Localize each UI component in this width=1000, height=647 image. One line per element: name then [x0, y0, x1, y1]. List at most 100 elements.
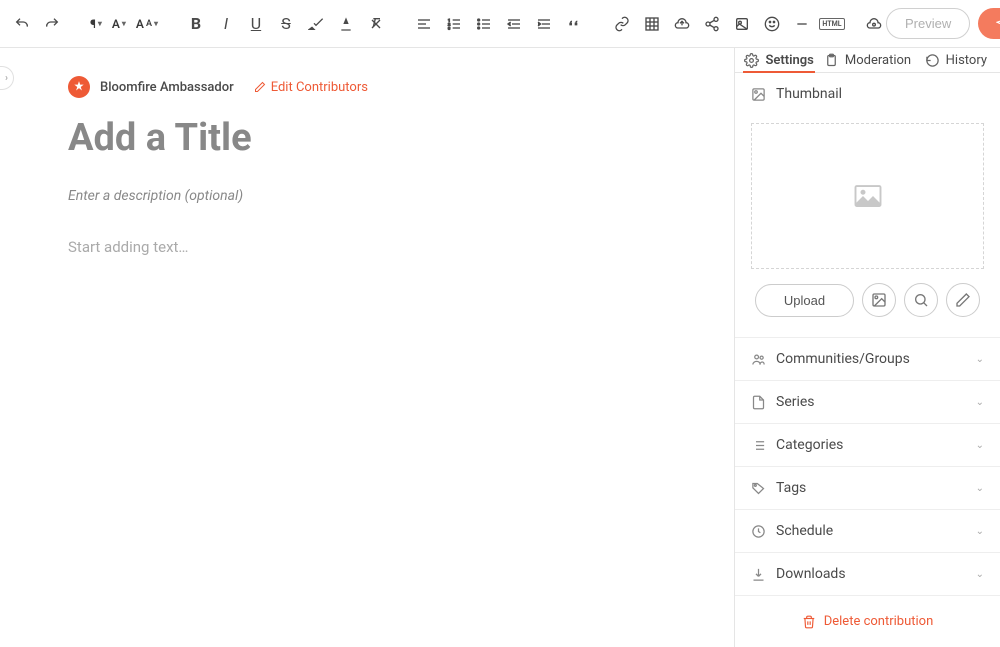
undo-button[interactable] — [8, 10, 36, 38]
size-label: A — [136, 17, 144, 31]
tab-history-label: History — [946, 53, 987, 68]
table-button[interactable] — [638, 10, 666, 38]
editor-pane: › Bloomfire Ambassador Edit Contributors… — [0, 48, 734, 647]
section-downloads-label: Downloads — [776, 566, 846, 582]
expand-sidebar-handle[interactable]: › — [0, 66, 14, 90]
side-panel: Settings Moderation History Thumbnail — [734, 48, 1000, 647]
publish-button[interactable]: Publish — [978, 8, 1000, 39]
clear-formatting-button[interactable] — [362, 10, 390, 38]
text-color-button[interactable] — [332, 10, 360, 38]
embed-button[interactable] — [728, 10, 756, 38]
delete-contribution-button[interactable]: Delete contribution — [735, 596, 1000, 647]
chevron-down-icon: ⌄ — [976, 354, 984, 365]
tab-settings-label: Settings — [765, 53, 813, 68]
chevron-down-icon: ⌄ — [976, 569, 984, 580]
section-categories-label: Categories — [776, 437, 843, 453]
font-label: A — [112, 17, 120, 31]
upload-cloud-button[interactable] — [668, 10, 696, 38]
edit-contributors-button[interactable]: Edit Contributors — [254, 80, 368, 95]
caret-icon: ▾ — [122, 19, 126, 28]
chevron-down-icon: ⌄ — [976, 483, 984, 494]
thumbnail-gallery-button[interactable] — [862, 283, 896, 317]
section-schedule-header[interactable]: Schedule ⌄ — [735, 510, 1000, 552]
outdent-button[interactable] — [500, 10, 528, 38]
tab-moderation[interactable]: Moderation — [823, 48, 911, 72]
font-family-dropdown[interactable]: A ▾ — [108, 10, 130, 38]
chevron-down-icon: ⌄ — [976, 440, 984, 451]
link-button[interactable] — [608, 10, 636, 38]
pencil-icon — [254, 81, 266, 93]
ordered-list-button[interactable]: 123 — [440, 10, 468, 38]
svg-text:3: 3 — [448, 25, 450, 30]
align-button[interactable] — [410, 10, 438, 38]
italic-button[interactable]: I — [212, 10, 240, 38]
trash-icon — [802, 615, 816, 629]
html-view-button[interactable]: HTML — [818, 10, 846, 38]
list-icon — [751, 438, 766, 453]
search-icon — [913, 292, 929, 308]
author-name: Bloomfire Ambassador — [100, 80, 234, 95]
size-label-small: A — [146, 19, 152, 29]
pencil-icon — [955, 292, 971, 308]
preview-button[interactable]: Preview — [886, 8, 970, 39]
font-size-dropdown[interactable]: AA ▾ — [132, 10, 162, 38]
bold-button[interactable]: B — [182, 10, 210, 38]
indent-button[interactable] — [530, 10, 558, 38]
star-icon — [72, 80, 86, 94]
document-icon — [751, 395, 766, 410]
download-icon — [751, 567, 766, 582]
clipboard-icon — [824, 53, 839, 68]
edit-contributors-label: Edit Contributors — [271, 80, 368, 95]
strikethrough-button[interactable]: S — [272, 10, 300, 38]
emoji-button[interactable] — [758, 10, 786, 38]
thumbnail-edit-button[interactable] — [946, 283, 980, 317]
editor-toolbar: ¶ ▾ A ▾ AA ▾ B I U S — [0, 0, 1000, 48]
tab-settings[interactable]: Settings — [735, 48, 823, 72]
thumbnail-upload-button[interactable]: Upload — [755, 284, 854, 317]
send-icon — [996, 17, 1000, 31]
image-icon — [871, 292, 887, 308]
history-icon — [925, 53, 940, 68]
redo-button[interactable] — [38, 10, 66, 38]
clock-icon — [751, 524, 766, 539]
cloud-sync-button[interactable] — [866, 10, 882, 38]
section-communities-header[interactable]: Communities/Groups ⌄ — [735, 338, 1000, 380]
image-placeholder-icon — [850, 181, 886, 211]
body-input[interactable]: Start adding text… — [68, 238, 710, 256]
title-input[interactable]: Add a Title — [68, 116, 710, 160]
tab-history[interactable]: History — [912, 48, 1000, 72]
section-tags-header[interactable]: Tags ⌄ — [735, 467, 1000, 509]
section-series-header[interactable]: Series ⌄ — [735, 381, 1000, 423]
underline-button[interactable]: U — [242, 10, 270, 38]
delete-label: Delete contribution — [824, 614, 934, 629]
paragraph-format-dropdown[interactable]: ¶ ▾ — [86, 10, 106, 38]
tab-moderation-label: Moderation — [845, 53, 911, 68]
section-schedule-label: Schedule — [776, 523, 833, 539]
description-input[interactable]: Enter a description (optional) — [68, 188, 710, 204]
section-categories-header[interactable]: Categories ⌄ — [735, 424, 1000, 466]
users-icon — [751, 352, 766, 367]
thumbnail-search-button[interactable] — [904, 283, 938, 317]
section-thumbnail: Thumbnail Upload — [735, 73, 1000, 338]
tag-icon — [751, 481, 766, 496]
quote-button[interactable] — [560, 10, 588, 38]
unordered-list-button[interactable] — [470, 10, 498, 38]
author-avatar — [68, 76, 90, 98]
paragraph-label: ¶ — [90, 17, 96, 31]
caret-icon: ▾ — [98, 19, 102, 28]
section-thumbnail-header[interactable]: Thumbnail — [735, 73, 1000, 115]
chevron-down-icon: ⌄ — [976, 397, 984, 408]
image-icon — [751, 87, 766, 102]
share-button[interactable] — [698, 10, 726, 38]
thumbnail-dropzone[interactable] — [751, 123, 984, 269]
section-communities-label: Communities/Groups — [776, 351, 910, 367]
gear-icon — [744, 53, 759, 68]
caret-icon: ▾ — [154, 19, 158, 28]
horizontal-rule-button[interactable] — [788, 10, 816, 38]
highlight-button[interactable] — [302, 10, 330, 38]
section-downloads-header[interactable]: Downloads ⌄ — [735, 553, 1000, 595]
chevron-down-icon: ⌄ — [976, 526, 984, 537]
section-series-label: Series — [776, 394, 815, 410]
section-tags-label: Tags — [776, 480, 806, 496]
section-thumbnail-label: Thumbnail — [776, 86, 842, 102]
